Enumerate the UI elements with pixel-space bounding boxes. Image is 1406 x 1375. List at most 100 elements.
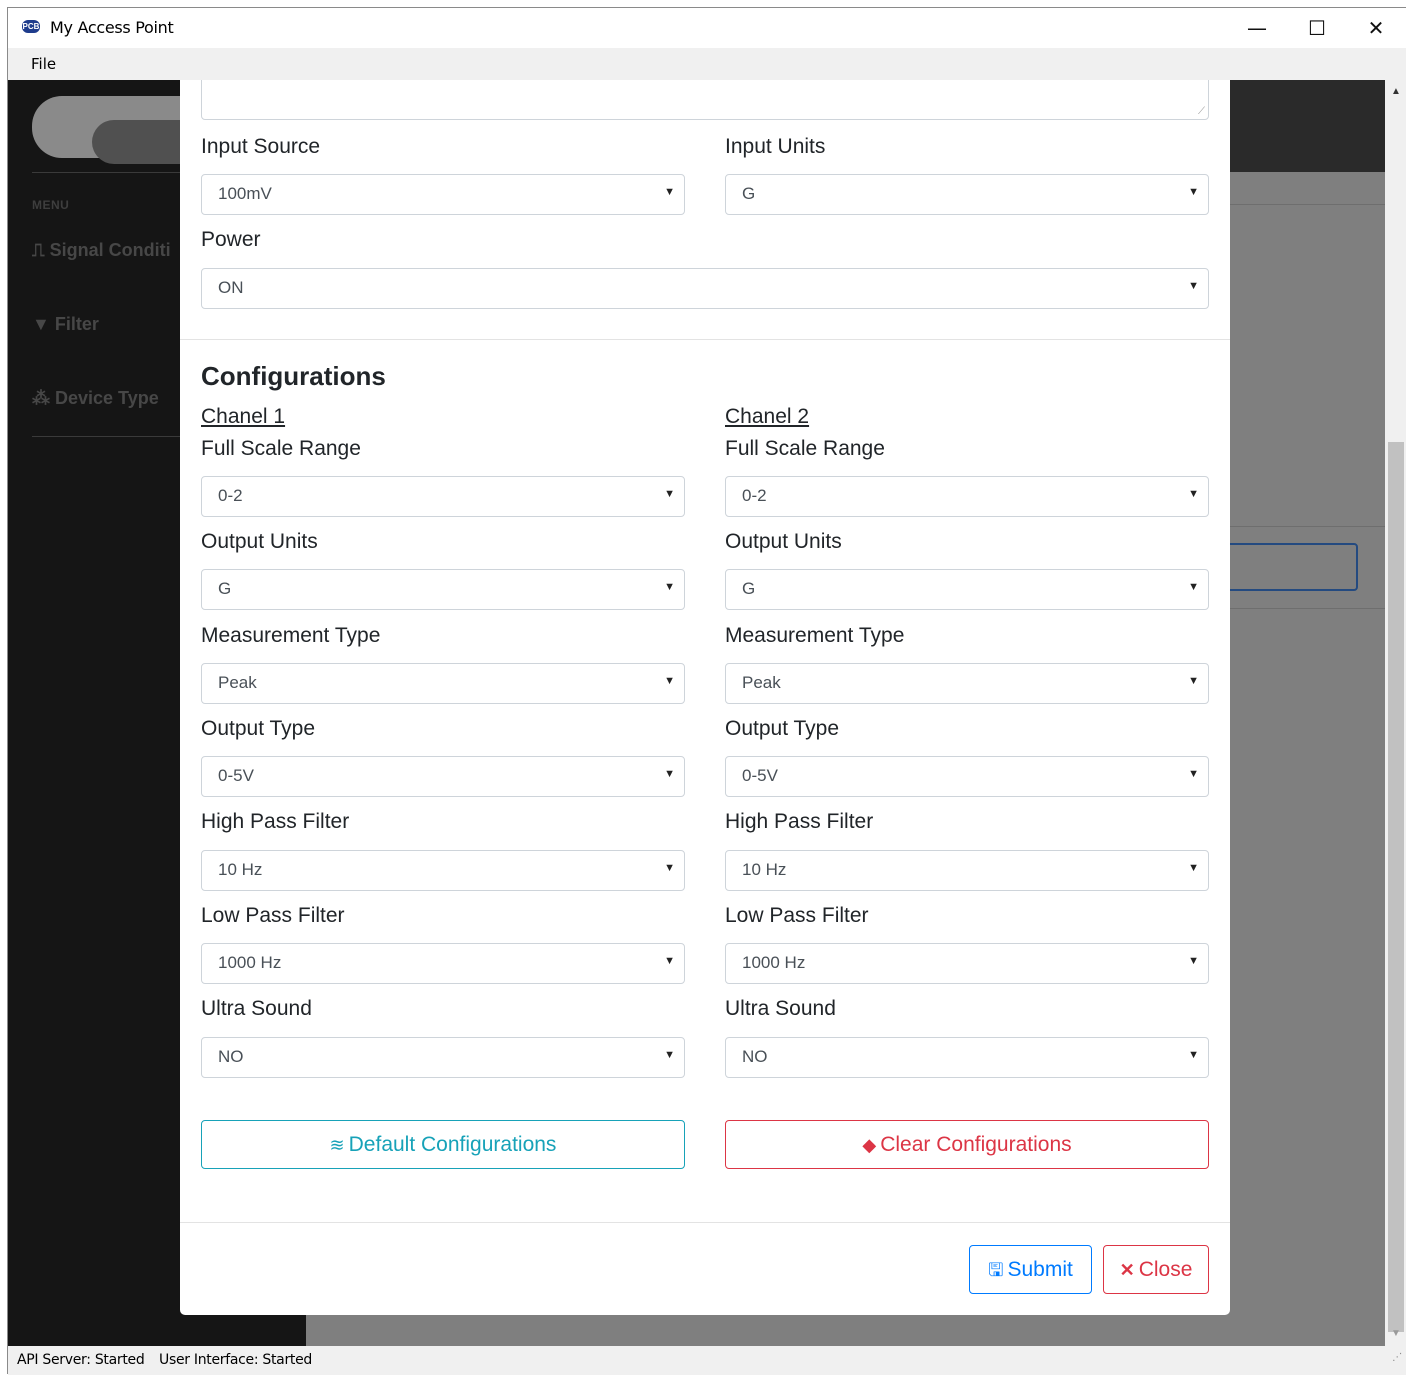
menu-file[interactable]: File [31, 55, 56, 73]
select-value: 10 Hz [742, 860, 787, 879]
description-textarea[interactable]: ⟋ [201, 80, 1209, 120]
select-value: NO [742, 1047, 768, 1066]
dropdown-caret-icon: ▼ [1188, 280, 1199, 292]
select-value: 100mV [218, 184, 272, 203]
ch2-measurement-type-select[interactable]: Peak ▼ [725, 663, 1209, 704]
close-button[interactable]: ✕ Close [1103, 1245, 1209, 1294]
select-value: Peak [742, 673, 781, 692]
input-source-select[interactable]: 100mV ▼ [201, 174, 685, 215]
select-value: G [742, 579, 756, 598]
scrollbar-thumb[interactable] [1388, 442, 1404, 1332]
api-server-status: API Server: Started [17, 1352, 145, 1368]
input-source-label: Input Source [201, 135, 321, 158]
dropdown-caret-icon: ▼ [664, 186, 675, 198]
select-value: 1000 Hz [742, 953, 806, 972]
ch1-full-scale-range-select[interactable]: 0-2 ▼ [201, 476, 685, 517]
submit-button[interactable]: 🖫 Submit [969, 1245, 1092, 1294]
ch1-high-pass-filter-select[interactable]: 10 Hz ▼ [201, 850, 685, 891]
default-configurations-button[interactable]: ≋ Default Configurations [201, 1120, 685, 1169]
sidebar-item-device-type[interactable]: ⁂ Device Type [32, 388, 159, 409]
select-value: Peak [218, 673, 257, 692]
input-units-select[interactable]: G ▼ [725, 174, 1209, 215]
ch2-ultra-sound-label: Ultra Sound [725, 997, 836, 1020]
dropdown-caret-icon: ▼ [664, 675, 675, 687]
dropdown-caret-icon: ▼ [1188, 955, 1199, 967]
channel-1-heading: Chanel 1 [201, 405, 286, 428]
ch1-output-type-select[interactable]: 0-5V ▼ [201, 756, 685, 797]
ch1-output-units-select[interactable]: G ▼ [201, 569, 685, 610]
power-select[interactable]: ON ▼ [201, 268, 1209, 309]
sidebar-menu-label: MENU [32, 198, 70, 212]
configuration-modal: ⟋ Input Source 100mV ▼ Input Units G ▼ Pow… [180, 80, 1230, 1315]
ch2-output-type-select[interactable]: 0-5V ▼ [725, 756, 1209, 797]
select-value: 1000 Hz [218, 953, 282, 972]
minimize-button[interactable]: — [1228, 8, 1286, 48]
dropdown-caret-icon: ▼ [1188, 488, 1199, 500]
device-type-icon: ⁂ [32, 388, 56, 408]
user-interface-status: User Interface: Started [159, 1352, 313, 1368]
sidebar-item-label: Filter [54, 314, 99, 334]
ch1-ultra-sound-label: Ultra Sound [201, 997, 312, 1020]
ch1-ultra-sound-select[interactable]: NO ▼ [201, 1037, 685, 1078]
select-value: 0-2 [742, 486, 767, 505]
ch2-low-pass-filter-label: Low Pass Filter [725, 904, 869, 927]
ch1-output-type-label: Output Type [201, 717, 316, 740]
ch2-low-pass-filter-select[interactable]: 1000 Hz ▼ [725, 943, 1209, 984]
dropdown-caret-icon: ▼ [1188, 768, 1199, 780]
select-value: ON [218, 278, 244, 297]
ch2-output-units-select[interactable]: G ▼ [725, 569, 1209, 610]
dropdown-caret-icon: ▼ [664, 768, 675, 780]
select-value: 10 Hz [218, 860, 263, 879]
ch1-output-units-label: Output Units [201, 530, 318, 553]
ch1-low-pass-filter-label: Low Pass Filter [201, 904, 345, 927]
sidebar-item-signal-conditioning[interactable]: ⎍ Signal Conditi [32, 240, 171, 261]
input-units-label: Input Units [725, 135, 826, 158]
app-logo-icon: PCB [22, 20, 40, 33]
select-value: 0-5V [218, 766, 254, 785]
ch2-measurement-type-label: Measurement Type [725, 624, 905, 647]
close-x-icon: ✕ [1119, 1260, 1135, 1280]
ch2-high-pass-filter-select[interactable]: 10 Hz ▼ [725, 850, 1209, 891]
close-window-button[interactable]: ✕ [1347, 8, 1405, 48]
ch1-low-pass-filter-select[interactable]: 1000 Hz ▼ [201, 943, 685, 984]
title-bar: PCB My Access Point — ☐ ✕ [8, 8, 1406, 48]
ch1-high-pass-filter-label: High Pass Filter [201, 810, 350, 833]
dropdown-caret-icon: ▼ [664, 1049, 675, 1061]
dropdown-caret-icon: ▼ [1188, 1049, 1199, 1061]
ch1-measurement-type-select[interactable]: Peak ▼ [201, 663, 685, 704]
clear-configurations-button[interactable]: ◆ Clear Configurations [725, 1120, 1209, 1169]
ch2-full-scale-range-label: Full Scale Range [725, 437, 885, 460]
save-icon: 🖫 [988, 1260, 1004, 1280]
resize-grip-icon: ⟋ [1198, 106, 1205, 117]
select-value: G [742, 184, 756, 203]
select-value: 0-2 [218, 486, 243, 505]
power-label: Power [201, 228, 261, 251]
submit-label: Submit [1007, 1258, 1073, 1281]
ch1-full-scale-range-label: Full Scale Range [201, 437, 361, 460]
dropdown-caret-icon: ▼ [1188, 862, 1199, 874]
select-value: 0-5V [742, 766, 778, 785]
ch2-output-units-label: Output Units [725, 530, 842, 553]
signal-icon: ⎍ [32, 240, 50, 260]
vertical-scrollbar[interactable]: ▲ ▼ [1385, 80, 1406, 1346]
scroll-up-arrow-icon[interactable]: ▲ [1385, 86, 1406, 100]
sidebar-item-filter[interactable]: ▼ Filter [32, 314, 99, 335]
close-label: Close [1138, 1258, 1193, 1281]
section-divider [180, 339, 1230, 340]
dropdown-caret-icon: ▼ [1188, 581, 1199, 593]
layers-icon: ≋ [329, 1135, 345, 1155]
ch2-full-scale-range-select[interactable]: 0-2 ▼ [725, 476, 1209, 517]
dropdown-caret-icon: ▼ [664, 955, 675, 967]
channel-2-heading: Chanel 2 [725, 405, 810, 428]
dropdown-caret-icon: ▼ [1188, 186, 1199, 198]
window-title: My Access Point [50, 18, 174, 37]
ch2-ultra-sound-select[interactable]: NO ▼ [725, 1037, 1209, 1078]
scroll-down-arrow-icon[interactable]: ▼ [1385, 1328, 1406, 1342]
dropdown-caret-icon: ▼ [664, 581, 675, 593]
ch2-high-pass-filter-label: High Pass Filter [725, 810, 874, 833]
sidebar-item-label: Device Type [55, 388, 159, 408]
select-value: NO [218, 1047, 244, 1066]
resize-grip-icon[interactable]: ⋰ [1392, 1352, 1402, 1372]
ch1-measurement-type-label: Measurement Type [201, 624, 381, 647]
maximize-button[interactable]: ☐ [1288, 8, 1346, 48]
